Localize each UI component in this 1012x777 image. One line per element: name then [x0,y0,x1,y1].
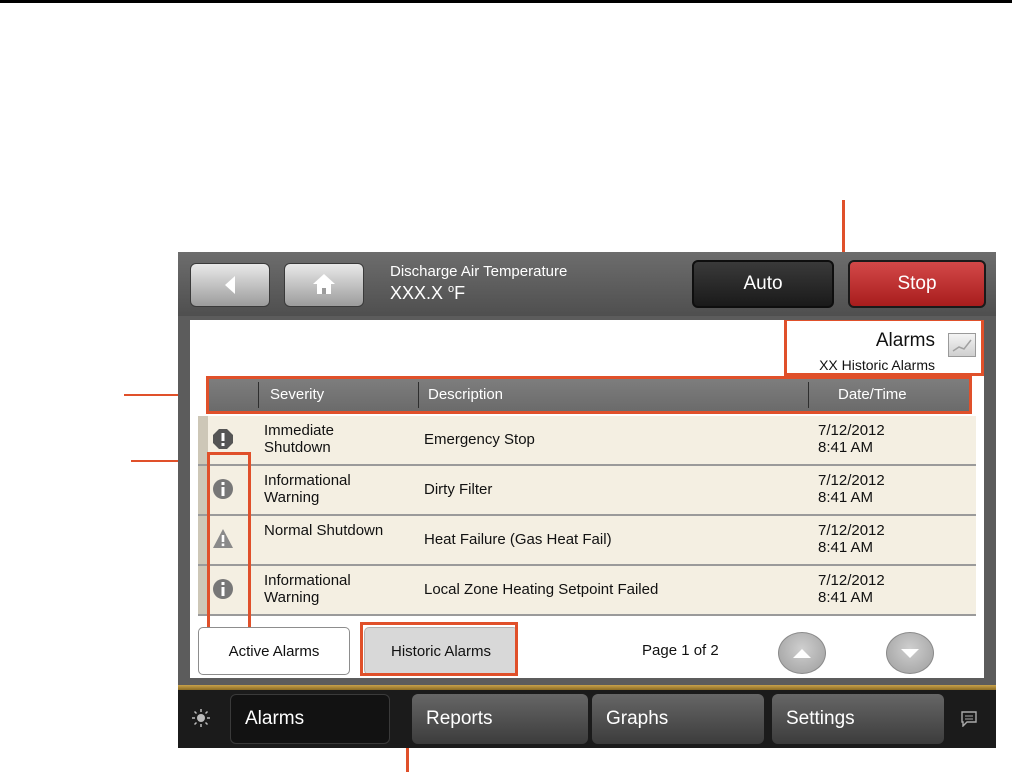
alarm-footer: Active Alarms Historic Alarms Page 1 of … [190,620,984,678]
back-arrow-icon [225,276,235,294]
sun-icon[interactable] [192,709,210,727]
highlight-severity-icons [207,452,251,646]
exclamation-octagon-icon [212,428,234,450]
nav-tab-settings[interactable]: Settings [772,694,944,744]
point-value: XXX.X oF [390,283,466,303]
severity-label: Informational Warning [264,572,351,606]
nav-tab-graphs[interactable]: Graphs [592,694,764,744]
alarm-description: Local Zone Heating Setpoint Failed [424,581,659,598]
home-icon [313,274,335,296]
controller-screen: Discharge Air Temperature XXX.X oF Auto … [178,252,996,748]
alarm-list: Immediate Shutdown Emergency Stop 7/12/2… [198,416,976,616]
severity-label: Immediate Shutdown [264,422,335,456]
back-button[interactable] [190,263,270,307]
alarm-description: Heat Failure (Gas Heat Fail) [424,531,612,548]
alarm-description: Emergency Stop [424,431,535,448]
table-row[interactable]: Informational Warning Local Zone Heating… [198,566,976,616]
page-up-button[interactable] [778,632,826,674]
highlight-column-header [206,376,972,414]
alarm-datetime: 7/12/2012 8:41 AM [818,572,885,606]
alarm-datetime: 7/12/2012 8:41 AM [818,522,885,556]
severity-label: Normal Shutdown [264,522,384,539]
highlight-historic-tab [360,622,518,676]
header-bar: Discharge Air Temperature XXX.X oF Auto … [178,252,996,316]
nav-tab-reports[interactable]: Reports [412,694,588,744]
message-icon[interactable] [960,711,978,728]
home-button[interactable] [284,263,364,307]
chevron-up-icon [793,648,811,658]
page-indicator: Page 1 of 2 [642,642,719,659]
table-row[interactable]: Informational Warning Dirty Filter 7/12/… [198,466,976,516]
severity-label: Informational Warning [264,472,351,506]
point-label: Discharge Air Temperature [390,263,568,280]
page-top-rule [0,0,1012,3]
nav-tab-alarms[interactable]: Alarms [230,694,390,744]
chevron-down-icon [901,648,919,658]
table-row[interactable]: Normal Shutdown Heat Failure (Gas Heat F… [198,516,976,566]
alarm-datetime: 7/12/2012 8:41 AM [818,472,885,506]
alarms-panel: Alarms XX Historic Alarms Severity Descr… [190,320,984,678]
bottom-nav-bar: Alarms Reports Graphs Settings [178,685,996,748]
auto-button[interactable]: Auto [692,260,834,308]
highlight-alarm-count [784,320,984,376]
table-row[interactable]: Immediate Shutdown Emergency Stop 7/12/2… [198,416,976,466]
stop-button[interactable]: Stop [848,260,986,308]
page-down-button[interactable] [886,632,934,674]
alarm-datetime: 7/12/2012 8:41 AM [818,422,885,456]
tab-active-alarms[interactable]: Active Alarms [198,627,350,675]
alarm-description: Dirty Filter [424,481,493,498]
